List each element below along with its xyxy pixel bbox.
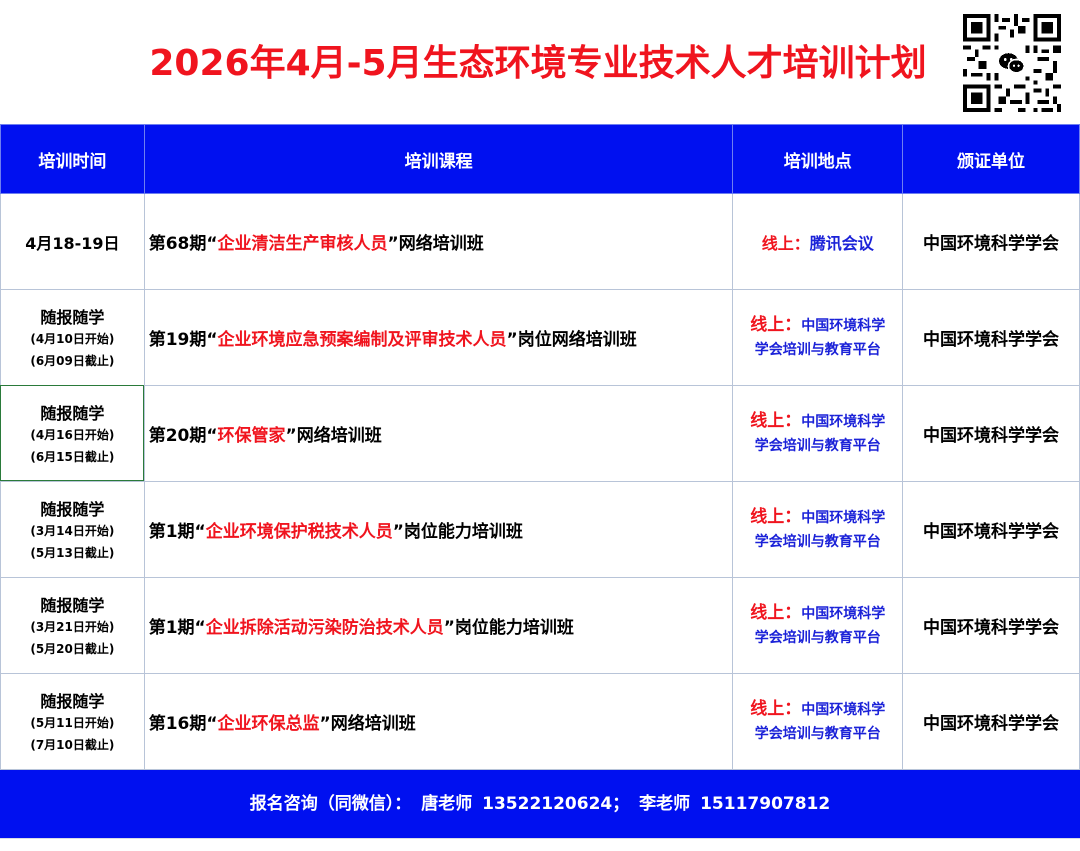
location-value-line1: 中国环境科学 [801, 702, 886, 718]
certifying-unit-cell: 中国环境科学学会 [902, 673, 1080, 770]
end-date: (6月09日截止) [30, 353, 115, 368]
location-value-line2: 学会培训与教育平台 [754, 726, 881, 742]
course-cell: 第1期“企业拆除活动污染防治技术人员”岗位能力培训班 [143, 577, 734, 674]
training-mode: 随报随学 [40, 595, 105, 615]
location-label: 线上： [750, 315, 802, 335]
course-suffix: ”岗位网络培训班 [506, 330, 637, 350]
bottom-strip [0, 838, 1080, 851]
location-cell: 线上：中国环境科学 学会培训与教育平台 [732, 385, 904, 482]
contact-label: 报名咨询（同微信）： [249, 794, 412, 814]
table-row: 随报随学 (3月21日开始) (5月20日截止) 第1期“企业拆除活动污染防治技… [0, 577, 1080, 674]
course-cell: 第20期“环保管家”网络培训班 [143, 385, 734, 482]
course-name: 企业环境应急预案编制及评审技术人员 [217, 330, 507, 350]
course-name: 企业环保总监 [217, 714, 320, 734]
location-value-line1: 中国环境科学 [801, 606, 886, 622]
contact1-name: 唐老师 [421, 794, 473, 814]
course-cell: 第1期“企业环境保护税技术人员”岗位能力培训班 [143, 481, 734, 578]
start-date: (4月10日开始) [30, 331, 115, 346]
header-training-time: 培训时间 [0, 124, 145, 194]
contact2-phone[interactable]: 15117907812 [700, 794, 830, 814]
training-time-cell: 随报随学 (4月10日开始) (6月09日截止) [0, 289, 145, 386]
course-prefix: 第20期“ [148, 426, 218, 446]
location-value: 腾讯会议 [809, 233, 874, 253]
table-header-row: 培训时间 培训课程 培训地点 颁证单位 [0, 124, 1080, 194]
training-mode: 随报随学 [40, 499, 105, 519]
course-prefix: 第19期“ [148, 330, 218, 350]
course-cell: 第68期“企业清洁生产审核人员”网络培训班 [143, 193, 734, 290]
start-date: (5月11日开始) [30, 715, 115, 730]
training-time-cell: 4月18-19日 [0, 193, 145, 290]
course-cell: 第19期“企业环境应急预案编制及评审技术人员”岗位网络培训班 [143, 289, 734, 386]
location-label: 线上： [750, 507, 802, 527]
end-date: (5月20日截止) [30, 641, 115, 656]
certifying-unit-cell: 中国环境科学学会 [902, 577, 1080, 674]
contact1-phone[interactable]: 13522120624； [482, 794, 629, 814]
page-header: 2026年4月-5月生态环境专业技术人才培训计划 [0, 0, 1080, 124]
certifying-unit-cell: 中国环境科学学会 [902, 193, 1080, 290]
course-prefix: 第68期“ [148, 234, 218, 254]
location-value-line1: 中国环境科学 [801, 414, 886, 430]
page-title: 2026年4月-5月生态环境专业技术人才培训计划 [149, 43, 927, 84]
end-date: (7月10日截止) [30, 737, 115, 752]
training-schedule-table: 培训时间 培训课程 培训地点 颁证单位 4月18-19日 第68期“企业清洁生产… [0, 124, 1080, 770]
training-time-cell: 随报随学 (3月14日开始) (5月13日截止) [0, 481, 145, 578]
course-name: 企业拆除活动污染防治技术人员 [205, 618, 444, 638]
location-label: 线上： [750, 603, 802, 623]
location-cell: 线上：中国环境科学 学会培训与教育平台 [732, 673, 904, 770]
certifying-unit-cell: 中国环境科学学会 [902, 289, 1080, 386]
training-date: 4月18-19日 [25, 233, 120, 253]
start-date: (4月16日开始) [30, 427, 115, 442]
table-row: 随报随学 (4月10日开始) (6月09日截止) 第19期“企业环境应急预案编制… [0, 289, 1080, 386]
table-row: 随报随学 (5月11日开始) (7月10日截止) 第16期“企业环保总监”网络培… [0, 673, 1080, 770]
table-row: 4月18-19日 第68期“企业清洁生产审核人员”网络培训班 线上：腾讯会议 中… [0, 193, 1080, 290]
location-label: 线上： [761, 233, 810, 253]
contact2-name: 李老师 [639, 794, 691, 814]
course-suffix: ”网络培训班 [387, 234, 484, 254]
location-cell: 线上：中国环境科学 学会培训与教育平台 [732, 481, 904, 578]
training-time-cell[interactable]: 随报随学 (4月16日开始) (6月15日截止) [0, 385, 145, 482]
end-date: (6月15日截止) [30, 449, 115, 464]
location-value-line2: 学会培训与教育平台 [754, 630, 881, 646]
course-prefix: 第1期“ [148, 522, 206, 542]
training-mode: 随报随学 [40, 691, 105, 711]
location-value-line2: 学会培训与教育平台 [754, 534, 881, 550]
location-value-line2: 学会培训与教育平台 [754, 438, 881, 454]
course-suffix: ”岗位能力培训班 [392, 522, 523, 542]
wechat-qr-code-icon [963, 14, 1061, 112]
location-label: 线上： [750, 411, 802, 431]
training-time-cell: 随报随学 (5月11日开始) (7月10日截止) [0, 673, 145, 770]
course-prefix: 第1期“ [148, 618, 206, 638]
training-time-cell: 随报随学 (3月21日开始) (5月20日截止) [0, 577, 145, 674]
location-cell: 线上：腾讯会议 [732, 193, 904, 290]
end-date: (5月13日截止) [30, 545, 115, 560]
course-prefix: 第16期“ [148, 714, 218, 734]
certifying-unit-cell: 中国环境科学学会 [902, 481, 1080, 578]
table-row: 随报随学 (4月16日开始) (6月15日截止) 第20期“环保管家”网络培训班… [0, 385, 1080, 482]
course-name: 企业清洁生产审核人员 [217, 234, 388, 254]
header-certifying-unit: 颁证单位 [902, 124, 1080, 194]
header-training-course: 培训课程 [143, 124, 734, 194]
certifying-unit-cell: 中国环境科学学会 [902, 385, 1080, 482]
location-value-line2: 学会培训与教育平台 [754, 342, 881, 358]
header-training-location: 培训地点 [732, 124, 904, 194]
registration-contact-bar: 报名咨询（同微信）： 唐老师 13522120624； 李老师 15117907… [0, 770, 1080, 838]
training-mode: 随报随学 [40, 307, 105, 327]
location-cell: 线上：中国环境科学 学会培训与教育平台 [732, 289, 904, 386]
start-date: (3月21日开始) [30, 619, 115, 634]
course-name: 企业环境保护税技术人员 [205, 522, 393, 542]
location-value-line1: 中国环境科学 [801, 510, 886, 526]
course-name: 环保管家 [217, 426, 286, 446]
course-cell: 第16期“企业环保总监”网络培训班 [143, 673, 734, 770]
course-suffix: ”岗位能力培训班 [443, 618, 574, 638]
location-label: 线上： [750, 699, 802, 719]
start-date: (3月14日开始) [30, 523, 115, 538]
course-suffix: ”网络培训班 [319, 714, 416, 734]
training-mode: 随报随学 [40, 403, 105, 423]
location-value-line1: 中国环境科学 [801, 318, 886, 334]
location-cell: 线上：中国环境科学 学会培训与教育平台 [732, 577, 904, 674]
course-suffix: ”网络培训班 [285, 426, 382, 446]
table-row: 随报随学 (3月14日开始) (5月13日截止) 第1期“企业环境保护税技术人员… [0, 481, 1080, 578]
